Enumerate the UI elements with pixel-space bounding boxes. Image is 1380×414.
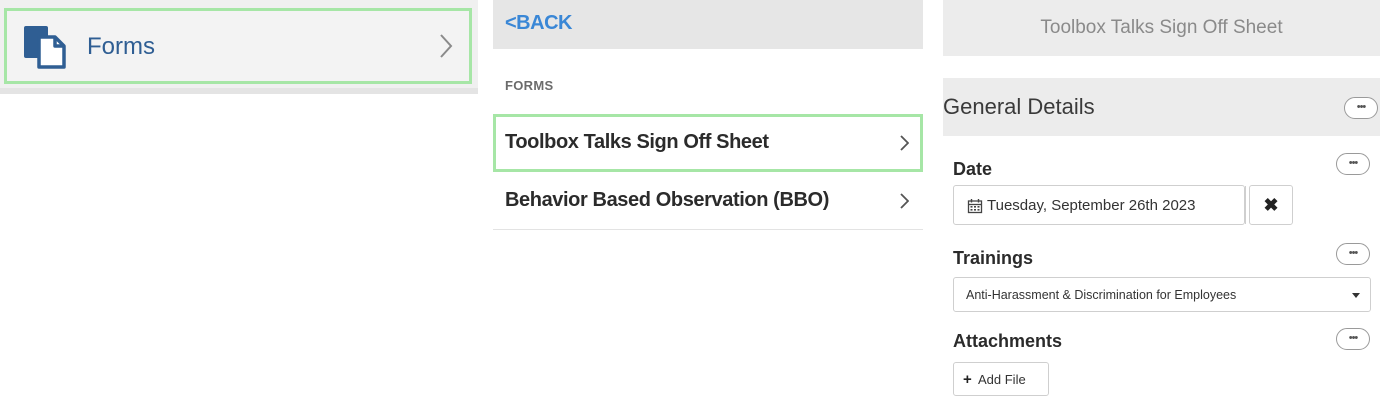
form-detail-panel: Toolbox Talks Sign Off Sheet General Det… — [943, 0, 1380, 414]
attachments-label: Attachments — [953, 331, 1063, 351]
trainings-selected-value: Anti-Harassment & Discrimination for Emp… — [966, 288, 1237, 302]
forms-menu-panel: Forms — [0, 0, 478, 94]
trainings-more-button[interactable]: ••• — [1336, 243, 1370, 265]
nav-bar: <BACK — [493, 0, 923, 49]
clear-date-button[interactable]: ✖ — [1249, 185, 1293, 225]
trainings-label: Trainings — [953, 248, 1034, 268]
forms-menu-item[interactable]: Forms — [4, 8, 472, 84]
add-file-label: Add File — [978, 372, 1026, 387]
date-field[interactable]: Tuesday, September 26th 2023 — [954, 186, 1246, 224]
list-item-label: Toolbox Talks Sign Off Sheet — [505, 131, 769, 153]
chevron-right-icon — [900, 135, 910, 151]
list-item-label: Behavior Based Observation (BBO) — [505, 189, 829, 211]
plus-icon: + — [963, 371, 972, 388]
calendar-icon — [967, 198, 983, 214]
forms-document-icon — [22, 24, 68, 70]
divider — [0, 88, 478, 94]
section-title: General Details — [943, 94, 1095, 119]
date-more-button[interactable]: ••• — [1336, 153, 1370, 175]
date-label: Date — [953, 159, 993, 179]
page-title: Toolbox Talks Sign Off Sheet — [1040, 17, 1283, 38]
date-input[interactable]: Tuesday, September 26th 2023 — [953, 185, 1246, 225]
date-value: Tuesday, September 26th 2023 — [987, 197, 1196, 214]
section-more-button[interactable]: ••• — [1344, 97, 1378, 119]
section-bar: General Details ••• — [943, 78, 1380, 136]
forms-list-panel: <BACK FORMS Toolbox Talks Sign Off Sheet… — [493, 0, 923, 232]
back-button[interactable]: <BACK — [505, 12, 572, 35]
list-item-bbo[interactable]: Behavior Based Observation (BBO) — [493, 172, 923, 230]
list-item-toolbox-talks[interactable]: Toolbox Talks Sign Off Sheet — [493, 114, 923, 172]
chevron-right-icon — [900, 193, 910, 209]
section-header: FORMS — [505, 78, 554, 93]
forms-label: Forms — [87, 33, 155, 60]
add-file-button[interactable]: + Add File — [953, 362, 1049, 396]
chevron-right-icon — [439, 33, 453, 59]
attachments-more-button[interactable]: ••• — [1336, 328, 1370, 350]
trainings-select[interactable]: Anti-Harassment & Discrimination for Emp… — [953, 277, 1371, 312]
caret-down-icon — [1352, 293, 1360, 298]
title-bar: Toolbox Talks Sign Off Sheet — [943, 0, 1380, 56]
